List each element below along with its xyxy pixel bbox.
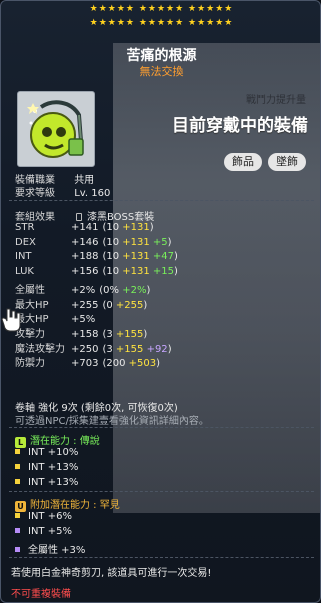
stat-star: +131 [122, 251, 150, 263]
stat-total: +146 [71, 236, 99, 248]
stat-total: +703 [71, 358, 99, 370]
stat-total: +141 [71, 222, 99, 233]
stat-name: INT [15, 251, 32, 263]
category-tag-pendant: 墜飾 [268, 153, 306, 171]
item-name: 苦痛的根源 [126, 48, 197, 64]
stat-close: ) [167, 343, 172, 355]
stat-star: +131 [122, 222, 150, 233]
upgrade-info-note: 可透過NPC/採集建壹看強化資訊詳細內容。 [15, 416, 209, 427]
stat-total: +255 [71, 299, 99, 311]
star-icon: ★★★★★ ★★★★★ ★★★★★ [89, 4, 234, 14]
stat-base: (10 [102, 236, 123, 248]
stat-extra: +2% [122, 284, 147, 296]
combat-power-value: 目前穿戴中的裝備 [172, 116, 308, 136]
hand-cursor-icon [1, 308, 21, 332]
stat-name: 魔法攻擊力 [15, 343, 65, 355]
category-tag-accessory: 飾品 [224, 153, 262, 171]
stat-row: 全屬性 +2% (0% +2%) [15, 281, 150, 296]
stat-total: +250 [71, 343, 99, 355]
stat-name: 最大HP [15, 299, 49, 311]
bullet-icon [15, 547, 20, 552]
stat-base: (3 [102, 343, 116, 355]
stat-base: (10 [102, 251, 123, 263]
stat-base: (0% [99, 284, 123, 296]
divider [9, 200, 314, 201]
stat-row: LUK +156 (10 +131 +15) [15, 266, 178, 277]
stat-star: +155 [115, 328, 144, 340]
divider [9, 557, 314, 558]
stat-name: STR [15, 222, 35, 233]
stat-base: (200 [102, 358, 129, 370]
potential-line: INT +13% [15, 477, 78, 488]
additional-potential-line: 全屬性 +3% [15, 541, 85, 556]
requirement-level: 要求等級 Lv. 160 [15, 188, 111, 199]
stat-row: DEX +146 (10 +131 +5) [15, 237, 172, 248]
stat-extra: +15 [149, 266, 175, 278]
item-tooltip: ★★★★★ ★★★★★ ★★★★★ ★★★★★ ★★★★★ ★★★★★ 苦痛的根… [0, 0, 321, 603]
bullet-icon [15, 449, 20, 454]
star-force-row-2: ★★★★★ ★★★★★ ★★★★★ [1, 18, 320, 28]
lock-pad-icon [76, 213, 82, 221]
set-effect: 套組效果 漆黑BOSS套裝 [15, 212, 155, 223]
stat-star: +131 [122, 266, 150, 278]
additional-potential-line: INT +5% [15, 526, 72, 537]
bullet-icon [15, 513, 20, 518]
potential-line: INT +10% [15, 447, 78, 458]
stat-name: 攻擊力 [15, 328, 45, 340]
stat-row: 防禦力 +703 (200 +503) [15, 354, 160, 369]
stat-extra: +5 [149, 236, 168, 248]
additional-potential-title: U 附加潛在能力 : 罕見 [15, 496, 120, 512]
star-icon: ★★★★★ ★★★★★ ★★★★★ [89, 18, 234, 28]
stat-row: INT +188 (10 +131 +47) [15, 251, 178, 262]
stat-name: 防禦力 [15, 358, 45, 370]
bullet-icon [15, 479, 20, 484]
trade-status: 無法交換 [139, 65, 184, 78]
stat-close: ) [143, 328, 148, 340]
potential-title: L 潛在能力 : 傳說 [15, 432, 100, 448]
equip-warning: 不可重複裝備 [11, 589, 71, 600]
stat-name: 全屬性 [15, 284, 45, 296]
additional-potential-line: INT +6% [15, 511, 72, 522]
stat-extra2: +92 [143, 343, 168, 355]
stat-row: 攻擊力 +158 (3 +155) [15, 325, 147, 340]
stat-row: 最大HP +5% [15, 310, 99, 325]
pendant-item-icon [27, 100, 84, 158]
potential-line: INT +13% [15, 462, 78, 473]
stat-star: +131 [122, 236, 150, 248]
stat-base: (10 [102, 266, 123, 278]
stat-base: (0 [102, 299, 116, 311]
stat-name: LUK [15, 266, 34, 278]
stat-extra: +47 [149, 251, 175, 263]
stat-name: DEX [15, 236, 36, 248]
scissors-note: 若使用白金神奇剪刀, 該道具可進行一次交易! [11, 568, 212, 579]
bullet-icon [15, 528, 20, 533]
stat-close: ) [146, 284, 151, 296]
star-force-row-1: ★★★★★ ★★★★★ ★★★★★ [1, 4, 320, 14]
stat-base: (10 [102, 222, 123, 233]
stat-total: +2% [71, 284, 96, 296]
stat-star: +503 [128, 358, 157, 370]
bullet-icon [15, 464, 20, 469]
stat-close: ) [156, 358, 161, 370]
stat-star: +155 [115, 343, 144, 355]
divider [9, 427, 314, 428]
stat-close: ) [174, 251, 178, 263]
stat-row: 最大HP +255 (0 +255) [15, 296, 147, 311]
stat-base: (3 [102, 328, 116, 340]
stat-total: +5% [71, 314, 96, 326]
combat-power-label: 戰鬥力提升量 [246, 95, 306, 106]
stat-name: 最大HP [15, 314, 49, 326]
stat-close: ) [143, 299, 148, 311]
stat-close: ) [149, 222, 154, 233]
stat-total: +188 [71, 251, 99, 263]
stat-star: +255 [115, 299, 144, 311]
stat-close: ) [167, 236, 172, 248]
stat-row: 魔法攻擊力 +250 (3 +155 +92) [15, 340, 172, 355]
stat-total: +158 [71, 328, 99, 340]
stat-total: +156 [71, 266, 99, 278]
stat-row: STR +141 (10 +131) [15, 222, 154, 233]
stat-close: ) [174, 266, 178, 278]
divider [9, 491, 314, 492]
